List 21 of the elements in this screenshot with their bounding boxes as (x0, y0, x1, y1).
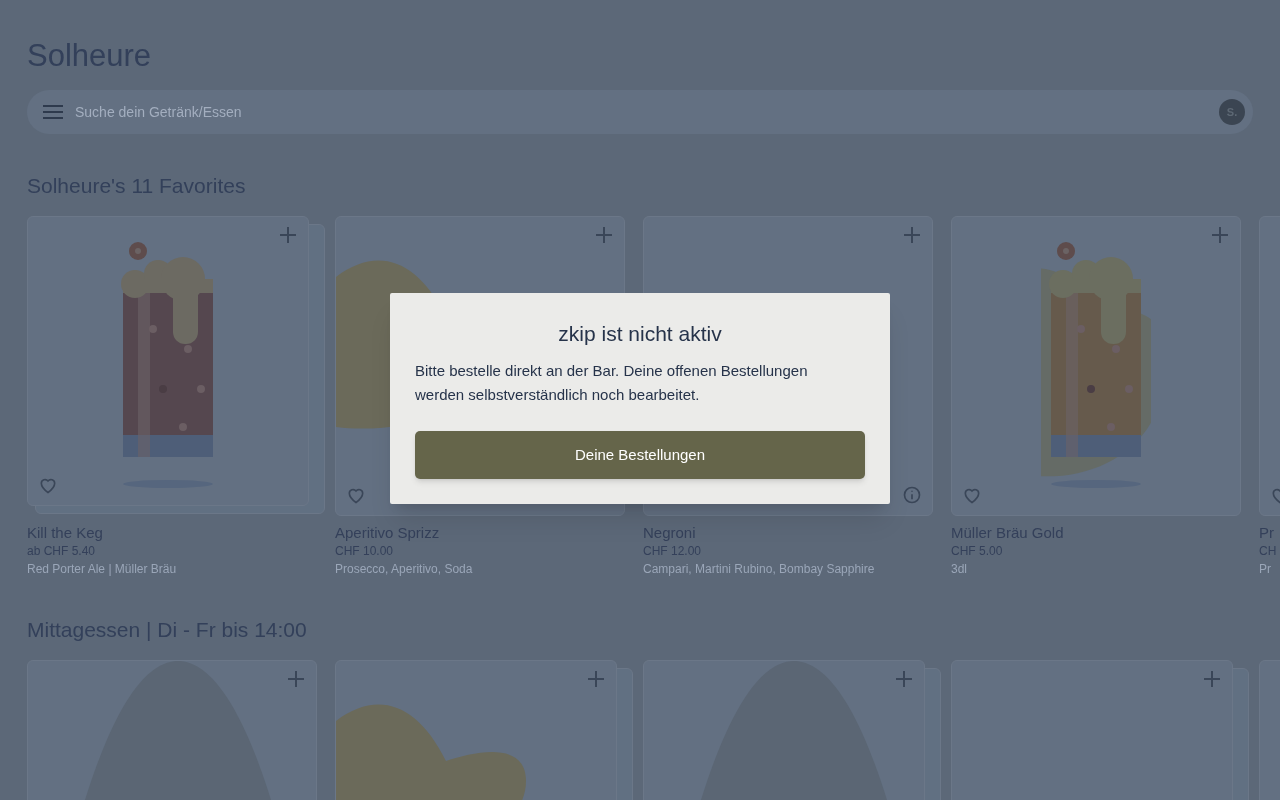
info-icon[interactable] (902, 485, 922, 505)
product-description: Red Porter Ale | Müller Bräu (27, 561, 178, 578)
orders-button[interactable]: Deine Bestellungen (415, 431, 865, 479)
dialog-title: zkip ist nicht aktiv (557, 321, 723, 347)
product-description: Campari, Martini Rubino, Bombay Sapphire (643, 561, 876, 578)
search-field[interactable]: Suche dein Getränk/Essen (75, 101, 1207, 123)
menu-icon[interactable] (43, 105, 63, 119)
product-description: 3dl (951, 561, 968, 578)
add-icon[interactable] (594, 225, 614, 245)
add-icon[interactable] (278, 225, 298, 245)
add-icon[interactable] (286, 669, 306, 689)
add-icon[interactable] (894, 669, 914, 689)
product-description: Pr (1259, 561, 1272, 578)
dialog-message: Bitte bestelle direkt an der Bar. Deine offenen Bestellungen werden selbstverständlich noch bearbeitet. (415, 361, 809, 405)
product-card[interactable] (951, 216, 1241, 516)
add-icon[interactable] (1210, 225, 1230, 245)
add-icon[interactable] (1202, 669, 1222, 689)
add-icon[interactable] (586, 669, 606, 689)
product-card[interactable] (27, 216, 309, 506)
product-description: Prosecco, Aperitivo, Soda (335, 561, 474, 578)
add-icon[interactable] (902, 225, 922, 245)
